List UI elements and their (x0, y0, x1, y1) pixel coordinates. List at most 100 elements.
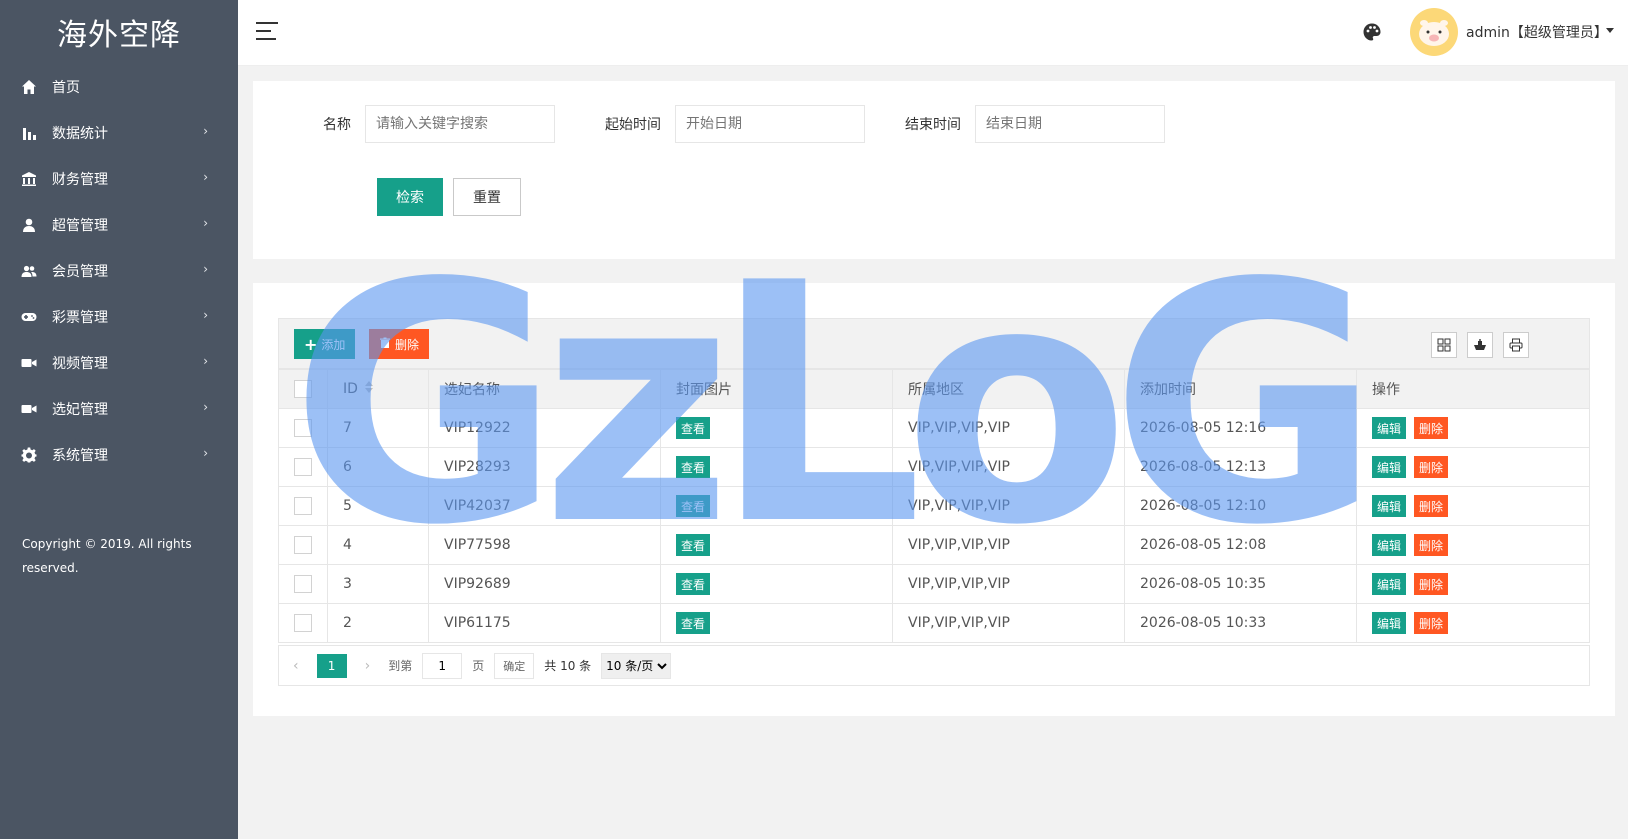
edit-button[interactable]: 编辑 (1372, 612, 1407, 634)
table-row: 3 VIP92689 查看 VIP,VIP,VIP,VIP 2026-08-05 10:… (278, 564, 1590, 604)
sidebar-item-system[interactable]: 系统管理 › (0, 432, 238, 478)
col-time: 添加时间 (1124, 369, 1357, 409)
brand-title: 海外空降 (57, 18, 181, 53)
menu-toggle-icon[interactable] (256, 22, 278, 42)
row-name: VIP61175 (428, 603, 661, 643)
sidebar-item-stats[interactable]: 数据统计 › (0, 110, 238, 156)
caret-down-icon[interactable] (1606, 28, 1614, 33)
row-checkbox[interactable] (294, 497, 312, 515)
delete-button[interactable]: 删除 (1414, 456, 1449, 478)
row-actions: 编辑 删除 (1356, 408, 1590, 448)
row-region: VIP,VIP,VIP,VIP (892, 486, 1125, 526)
edit-button[interactable]: 编辑 (1372, 495, 1407, 517)
user-menu-label[interactable]: admin【超级管理员】 (1466, 22, 1608, 42)
chevron-right-icon: › (203, 124, 208, 138)
palette-icon[interactable] (1362, 22, 1382, 42)
table-header-row: ID 选妃名称 封面图片 所属地区 添加时间 操作 (278, 369, 1590, 409)
edit-button[interactable]: 编辑 (1372, 456, 1407, 478)
end-date-input[interactable] (975, 105, 1165, 143)
view-cover-button[interactable]: 查看 (676, 417, 711, 439)
reset-button[interactable]: 重置 (453, 178, 521, 216)
row-actions: 编辑 删除 (1356, 486, 1590, 526)
sidebar-item-video[interactable]: 视频管理 › (0, 340, 238, 386)
export-icon[interactable] (1467, 332, 1493, 358)
view-cover-button[interactable]: 查看 (676, 495, 711, 517)
top-header: admin【超级管理员】 (238, 0, 1628, 66)
users-icon (20, 262, 38, 280)
col-id[interactable]: ID (327, 369, 429, 409)
row-checkbox[interactable] (294, 536, 312, 554)
view-cover-button[interactable]: 查看 (676, 612, 711, 634)
row-select-cell (278, 408, 328, 448)
sidebar-item-finance[interactable]: 财务管理 › (0, 156, 238, 202)
row-region: VIP,VIP,VIP,VIP (892, 564, 1125, 604)
row-select-cell (278, 525, 328, 565)
view-cover-button[interactable]: 查看 (676, 534, 711, 556)
page-1-button[interactable]: 1 (316, 653, 347, 678)
row-select-cell (278, 564, 328, 604)
delete-button[interactable]: 删除 (1414, 573, 1449, 595)
delete-button[interactable]: 删除 (1414, 495, 1449, 517)
prev-page-button[interactable]: ‹ (293, 658, 299, 674)
goto-label: 到第 (388, 659, 413, 673)
row-checkbox[interactable] (294, 614, 312, 632)
table-row: 2 VIP61175 查看 VIP,VIP,VIP,VIP 2026-08-05 10:… (278, 603, 1590, 643)
gamepad-icon (20, 308, 38, 326)
start-date-input[interactable] (675, 105, 865, 143)
sidebar-item-label: 首页 (52, 80, 80, 96)
view-cover-button[interactable]: 查看 (676, 573, 711, 595)
row-name: VIP12922 (428, 408, 661, 448)
row-checkbox[interactable] (294, 458, 312, 476)
edit-button[interactable]: 编辑 (1372, 573, 1407, 595)
home-icon (20, 78, 38, 96)
sidebar-item-label: 选妃管理 (52, 402, 108, 418)
delete-button[interactable]: 删除 (1414, 417, 1449, 439)
avatar[interactable] (1410, 8, 1458, 56)
add-button-label: 添加 (321, 337, 346, 352)
goto-page-input[interactable] (422, 652, 463, 679)
select-all-checkbox[interactable] (294, 380, 312, 398)
add-button[interactable]: + 添加 (294, 329, 356, 359)
sidebar-nav: 首页 数据统计 › 财务管理 › 超管管理 › 会员管理 › 彩票管理 › 视频… (0, 64, 238, 478)
sort-icon[interactable] (364, 380, 374, 398)
table-toolbar: + 添加 删除 (278, 318, 1590, 369)
row-cover: 查看 (660, 447, 893, 487)
edit-button[interactable]: 编辑 (1372, 534, 1407, 556)
name-search-input[interactable] (365, 105, 555, 143)
sidebar-item-label: 彩票管理 (52, 310, 108, 326)
row-checkbox[interactable] (294, 575, 312, 593)
sidebar-item-admins[interactable]: 超管管理 › (0, 202, 238, 248)
col-name: 选妃名称 (428, 369, 661, 409)
total-count: 共 10 条 (544, 659, 592, 673)
sidebar-item-home[interactable]: 首页 (0, 64, 238, 110)
row-id: 2 (327, 603, 429, 643)
page-size-select[interactable]: 10 条/页 (601, 652, 672, 679)
row-name: VIP42037 (428, 486, 661, 526)
columns-filter-icon[interactable] (1431, 332, 1457, 358)
edit-button[interactable]: 编辑 (1372, 417, 1407, 439)
sidebar-item-members[interactable]: 会员管理 › (0, 248, 238, 294)
next-page-button[interactable]: › (365, 658, 371, 674)
sidebar-item-label: 数据统计 (52, 126, 108, 142)
delete-button[interactable]: 删除 (1414, 534, 1449, 556)
row-checkbox[interactable] (294, 419, 312, 437)
chevron-right-icon: › (203, 446, 208, 460)
sidebar-item-lottery[interactable]: 彩票管理 › (0, 294, 238, 340)
delete-button[interactable]: 删除 (1414, 612, 1449, 634)
row-select-cell (278, 486, 328, 526)
goto-confirm-button[interactable]: 确定 (494, 652, 535, 679)
page-unit-label: 页 (472, 659, 485, 673)
view-cover-button[interactable]: 查看 (676, 456, 711, 478)
table-panel: + 添加 删除 ID 选妃名称 封面图片 所属地区 添加时间 操作 7 VIP12… (253, 283, 1615, 716)
sidebar-item-selection[interactable]: 选妃管理 › (0, 386, 238, 432)
row-id: 3 (327, 564, 429, 604)
col-cover: 封面图片 (660, 369, 893, 409)
start-time-label: 起始时间 (605, 117, 661, 133)
batch-delete-button[interactable]: 删除 (369, 329, 430, 359)
chevron-right-icon: › (203, 216, 208, 230)
print-icon[interactable] (1503, 332, 1529, 358)
chevron-right-icon: › (203, 354, 208, 368)
row-actions: 编辑 删除 (1356, 447, 1590, 487)
search-button[interactable]: 检索 (377, 178, 443, 216)
row-actions: 编辑 删除 (1356, 603, 1590, 643)
